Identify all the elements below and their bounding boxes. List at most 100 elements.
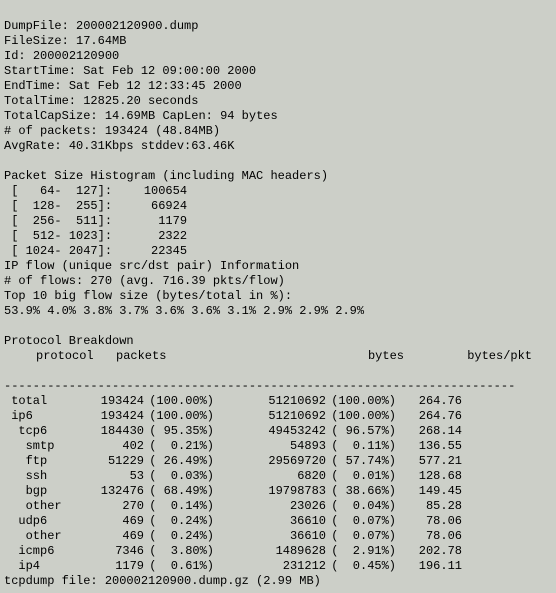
proto-bytes-pct: ( 0.45%) xyxy=(326,559,396,574)
proto-name: other xyxy=(4,529,90,544)
proto-packets: 132476 xyxy=(90,484,144,499)
proto-bytes-pct: ( 0.07%) xyxy=(326,514,396,529)
proto-packets: 1179 xyxy=(90,559,144,574)
proto-bpp: 128.68 xyxy=(396,469,462,484)
filesize-value: 17.64MB xyxy=(76,34,126,48)
hist-range: [ 64- 127]: xyxy=(11,184,112,198)
hist-count: 1179 xyxy=(112,214,187,229)
endtime-label: EndTime: xyxy=(4,79,69,93)
proto-packets: 184430 xyxy=(90,424,144,439)
proto-bytes: 49453242 xyxy=(214,424,326,439)
filesize-label: FileSize: xyxy=(4,34,76,48)
proto-name: other xyxy=(4,499,90,514)
breakdown-header: protocolpacketsbytesbytes/pkt xyxy=(4,349,552,364)
proto-bytes: 51210692 xyxy=(214,394,326,409)
avgrate-value: 40.31Kbps stddev:63.46K xyxy=(69,139,235,153)
proto-name: tcp6 xyxy=(4,424,90,439)
proto-name: smtp xyxy=(4,439,90,454)
hist-range: [ 1024- 2047]: xyxy=(11,244,112,258)
proto-bytes-pct: ( 2.91%) xyxy=(326,544,396,559)
hist-count: 22345 xyxy=(112,244,187,259)
proto-bpp: 577.21 xyxy=(396,454,462,469)
topflow-values: 53.9% 4.0% 3.8% 3.7% 3.6% 3.6% 3.1% 2.9%… xyxy=(4,304,364,318)
hist-range: [ 512- 1023]: xyxy=(11,229,112,243)
hist-range: [ 256- 511]: xyxy=(11,214,112,228)
proto-name: ssh xyxy=(4,469,90,484)
proto-packets-pct: ( 95.35%) xyxy=(144,424,214,439)
packets-label: # of packets: xyxy=(4,124,105,138)
proto-bytes: 51210692 xyxy=(214,409,326,424)
hist-range: [ 128- 255]: xyxy=(11,199,112,213)
dumpfile-label: DumpFile: xyxy=(4,19,76,33)
proto-bpp: 196.11 xyxy=(396,559,462,574)
proto-bytes-pct: ( 38.66%) xyxy=(326,484,396,499)
proto-packets-pct: ( 3.80%) xyxy=(144,544,214,559)
proto-packets: 7346 xyxy=(90,544,144,559)
totaltime-label: TotalTime: xyxy=(4,94,83,108)
proto-packets: 193424 xyxy=(90,394,144,409)
proto-bytes-pct: ( 0.01%) xyxy=(326,469,396,484)
proto-name: ip6 xyxy=(4,409,90,424)
proto-packets: 469 xyxy=(90,514,144,529)
proto-packets: 53 xyxy=(90,469,144,484)
proto-bytes-pct: ( 96.57%) xyxy=(326,424,396,439)
proto-packets: 402 xyxy=(90,439,144,454)
flows-label: # of flows: xyxy=(4,274,90,288)
avgrate-label: AvgRate: xyxy=(4,139,69,153)
proto-bytes: 19798783 xyxy=(214,484,326,499)
proto-packets-pct: ( 0.14%) xyxy=(144,499,214,514)
dumpfile-value: 200002120900.dump xyxy=(76,19,198,33)
packets-value: 193424 (48.84MB) xyxy=(105,124,220,138)
proto-packets-pct: ( 0.24%) xyxy=(144,514,214,529)
flows-value: 270 xyxy=(90,274,112,288)
proto-packets-pct: ( 0.21%) xyxy=(144,439,214,454)
proto-bytes: 1489628 xyxy=(214,544,326,559)
col-bytes: bytes xyxy=(214,349,404,364)
proto-bytes: 54893 xyxy=(214,439,326,454)
proto-bytes: 29569720 xyxy=(214,454,326,469)
proto-packets-pct: ( 0.03%) xyxy=(144,469,214,484)
dump-report: DumpFile: 200002120900.dump FileSize: 17… xyxy=(0,0,556,593)
proto-bytes: 23026 xyxy=(214,499,326,514)
endtime-value: Sat Feb 12 12:33:45 2000 xyxy=(69,79,242,93)
proto-bpp: 264.76 xyxy=(396,394,462,409)
proto-bytes-pct: ( 57.74%) xyxy=(326,454,396,469)
histogram-title: Packet Size Histogram (including MAC hea… xyxy=(4,169,328,183)
proto-bytes-pct: ( 0.04%) xyxy=(326,499,396,514)
proto-packets-pct: ( 26.49%) xyxy=(144,454,214,469)
proto-bytes: 36610 xyxy=(214,529,326,544)
proto-bpp: 85.28 xyxy=(396,499,462,514)
hist-count: 100654 xyxy=(112,184,187,199)
proto-packets-pct: (100.00%) xyxy=(144,409,214,424)
proto-bpp: 78.06 xyxy=(396,529,462,544)
id-label: Id: xyxy=(4,49,33,63)
proto-bpp: 268.14 xyxy=(396,424,462,439)
hist-count: 2322 xyxy=(112,229,187,244)
totalcap-label: TotalCapSize: xyxy=(4,109,105,123)
proto-packets-pct: ( 0.61%) xyxy=(144,559,214,574)
hist-count: 66924 xyxy=(112,199,187,214)
proto-bytes-pct: (100.00%) xyxy=(326,409,396,424)
caplen-label: CapLen: xyxy=(155,109,220,123)
proto-name: total xyxy=(4,394,90,409)
proto-packets-pct: ( 0.24%) xyxy=(144,529,214,544)
flows-avg: (avg. 716.39 pkts/flow) xyxy=(112,274,285,288)
proto-packets: 270 xyxy=(90,499,144,514)
starttime-label: StartTime: xyxy=(4,64,83,78)
starttime-value: Sat Feb 12 09:00:00 2000 xyxy=(83,64,256,78)
proto-bpp: 264.76 xyxy=(396,409,462,424)
proto-bpp: 78.06 xyxy=(396,514,462,529)
breakdown-title: Protocol Breakdown xyxy=(4,334,134,348)
topflow-label: Top 10 big flow size (bytes/total in %): xyxy=(4,289,292,303)
proto-packets: 193424 xyxy=(90,409,144,424)
col-protocol: protocol xyxy=(36,349,116,364)
totalcap-value: 14.69MB xyxy=(105,109,155,123)
proto-bytes: 36610 xyxy=(214,514,326,529)
proto-bpp: 202.78 xyxy=(396,544,462,559)
col-bpp: bytes/pkt xyxy=(404,349,532,364)
separator: ----------------------------------------… xyxy=(4,379,515,393)
proto-bytes-pct: (100.00%) xyxy=(326,394,396,409)
proto-name: bgp xyxy=(4,484,90,499)
totaltime-value: 12825.20 seconds xyxy=(83,94,198,108)
proto-packets-pct: (100.00%) xyxy=(144,394,214,409)
